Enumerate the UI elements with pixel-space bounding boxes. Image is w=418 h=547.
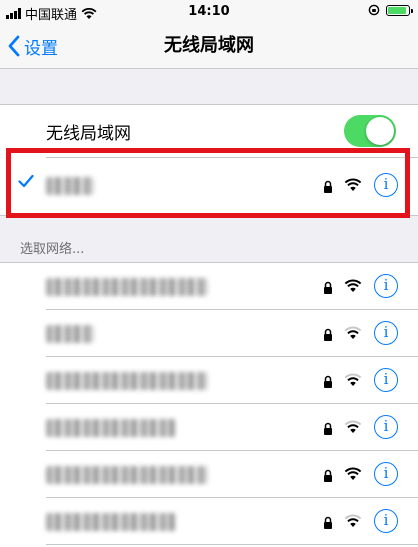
network-name-redacted	[46, 513, 176, 531]
info-button[interactable]: i	[374, 274, 398, 298]
status-time: 14:10	[188, 4, 230, 19]
wifi-toggle-row: 无线局域网	[0, 105, 418, 157]
toggle-knob	[366, 117, 394, 145]
wifi-icon	[344, 178, 362, 191]
wifi-icon	[344, 373, 362, 386]
lock-icon	[324, 180, 332, 193]
network-row[interactable]: i	[0, 498, 418, 545]
info-button[interactable]: i	[374, 509, 398, 533]
back-button-label: 设置	[24, 38, 58, 59]
network-row[interactable]: i	[0, 357, 418, 404]
network-name-redacted	[46, 325, 94, 343]
status-bar: 中国联通 14:10	[0, 0, 418, 24]
checkmark-icon	[18, 174, 34, 188]
info-button[interactable]: i	[374, 415, 398, 439]
wifi-toggle-switch[interactable]	[344, 115, 396, 147]
status-right	[368, 4, 413, 16]
wifi-icon	[344, 467, 362, 480]
wifi-icon	[344, 326, 362, 339]
chevron-left-icon	[8, 35, 20, 57]
back-button[interactable]: 设置	[8, 24, 58, 68]
network-row[interactable]: i	[0, 451, 418, 498]
network-row[interactable]: i	[0, 263, 418, 310]
lock-icon	[324, 516, 332, 529]
choose-network-header: 选取网络...	[20, 242, 85, 257]
info-button[interactable]: i	[374, 462, 398, 486]
info-button[interactable]: i	[374, 173, 398, 197]
network-list: i i i i i i	[0, 262, 418, 547]
wifi-icon	[344, 514, 362, 527]
wifi-settings-group: 无线局域网 i	[0, 104, 418, 216]
battery-level	[388, 6, 406, 14]
network-name-redacted	[46, 466, 208, 484]
wifi-toggle-label: 无线局域网	[46, 124, 131, 144]
battery-icon	[386, 4, 413, 16]
network-name-redacted	[46, 372, 208, 390]
nav-bar: 无线局域网 设置	[0, 24, 418, 69]
page-title: 无线局域网	[164, 35, 254, 56]
wifi-icon	[344, 420, 362, 433]
lock-icon	[324, 469, 332, 482]
network-name-redacted	[46, 419, 176, 437]
info-button[interactable]: i	[374, 321, 398, 345]
wifi-icon	[344, 279, 362, 292]
connected-network-row[interactable]: i	[0, 157, 418, 215]
connected-network-name-redacted	[46, 177, 94, 195]
lock-icon	[324, 281, 332, 294]
orientation-lock-icon	[368, 4, 380, 16]
lock-icon	[324, 328, 332, 341]
network-name-redacted	[46, 278, 208, 296]
lock-icon	[324, 375, 332, 388]
network-row[interactable]: i	[0, 310, 418, 357]
network-row[interactable]: i	[0, 404, 418, 451]
lock-icon	[324, 422, 332, 435]
info-button[interactable]: i	[374, 368, 398, 392]
